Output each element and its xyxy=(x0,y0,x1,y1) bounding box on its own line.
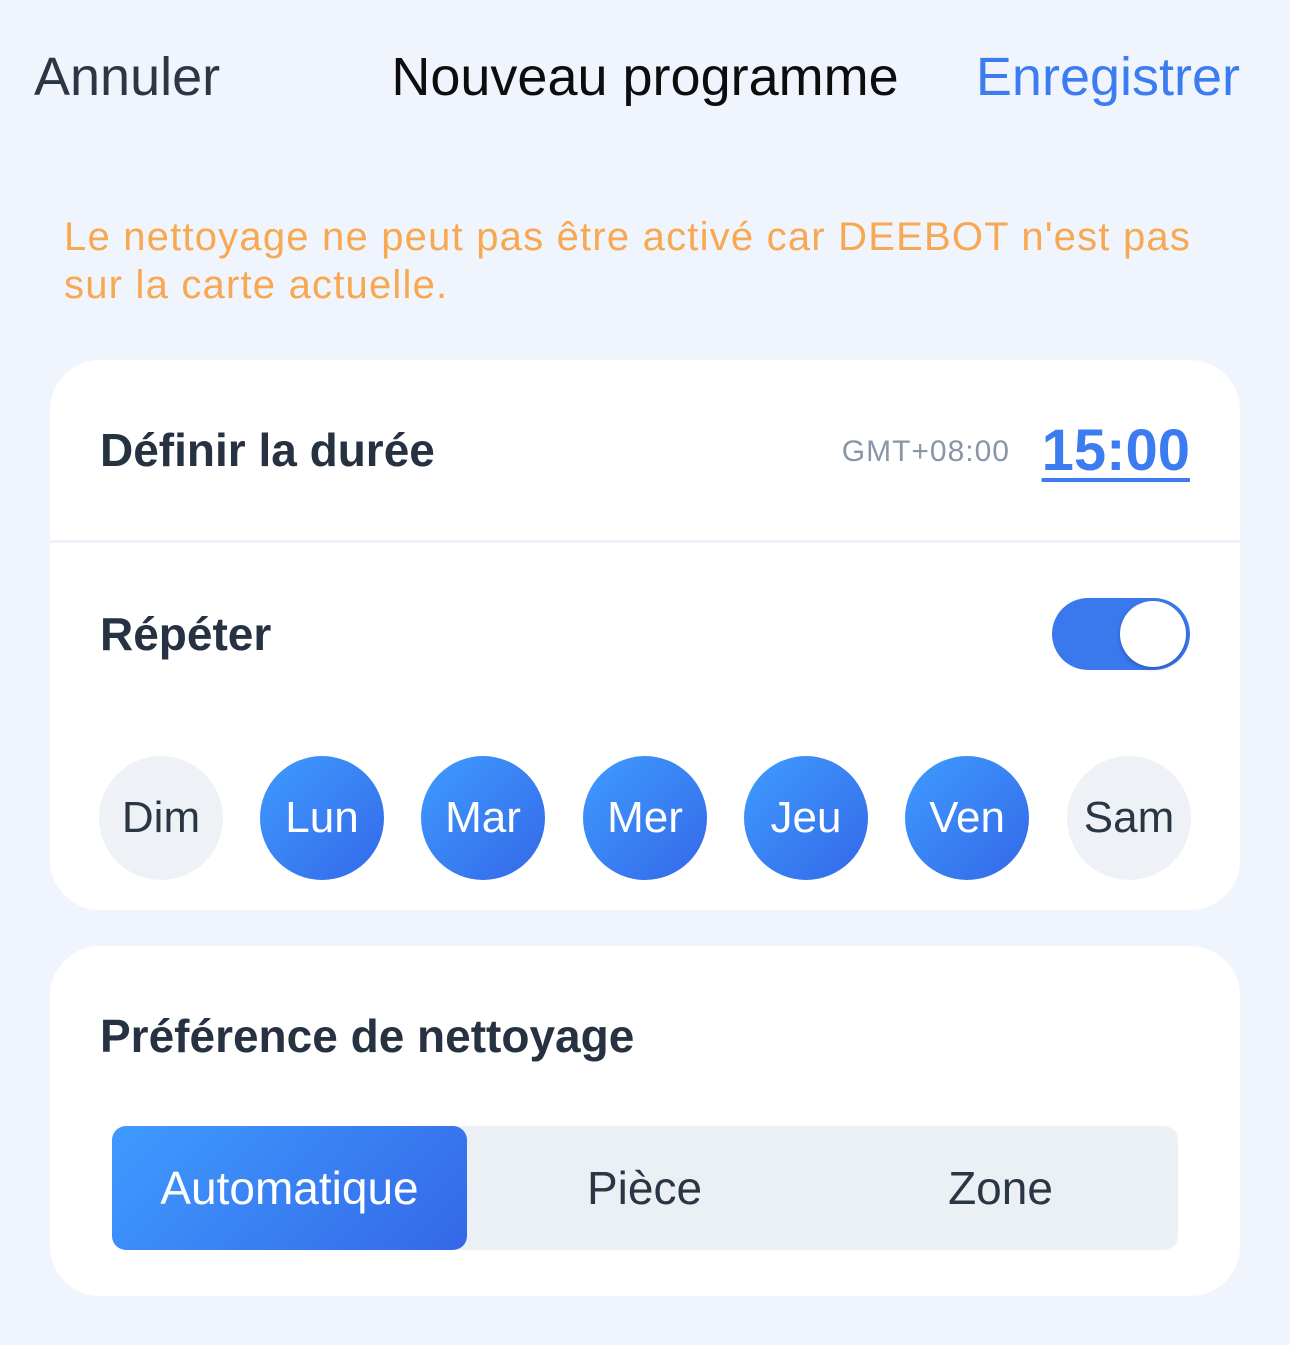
segment-piece[interactable]: Pièce xyxy=(467,1126,822,1250)
segment-automatique[interactable]: Automatique xyxy=(112,1126,467,1250)
duration-label: Définir la durée xyxy=(100,424,435,476)
segment-zone[interactable]: Zone xyxy=(823,1126,1178,1250)
repeat-toggle[interactable] xyxy=(1052,598,1190,670)
schedule-card: Définir la durée GMT+08:00 15:00 Répéter… xyxy=(50,360,1240,910)
save-button[interactable]: Enregistrer xyxy=(976,42,1240,112)
day-button-mer[interactable]: Mer xyxy=(583,756,707,880)
toggle-knob xyxy=(1120,601,1186,667)
preference-card: Préférence de nettoyage Automatique Pièc… xyxy=(50,946,1240,1296)
preference-segmented-control: Automatique Pièce Zone xyxy=(112,1126,1178,1250)
preference-label: Préférence de nettoyage xyxy=(100,1010,635,1062)
weekday-selector: Dim Lun Mar Mer Jeu Ven Sam xyxy=(99,756,1191,880)
day-button-jeu[interactable]: Jeu xyxy=(744,756,868,880)
day-button-mar[interactable]: Mar xyxy=(421,756,545,880)
cancel-button[interactable]: Annuler xyxy=(34,42,220,112)
day-button-ven[interactable]: Ven xyxy=(905,756,1029,880)
day-button-dim[interactable]: Dim xyxy=(99,756,223,880)
divider xyxy=(50,540,1240,543)
timezone-label: GMT+08:00 xyxy=(841,435,1010,468)
day-button-lun[interactable]: Lun xyxy=(260,756,384,880)
page-title-text: Nouveau programme xyxy=(391,47,899,107)
warning-message: Le nettoyage ne peut pas être activé car… xyxy=(64,215,1192,307)
day-button-sam[interactable]: Sam xyxy=(1067,756,1191,880)
repeat-label: Répéter xyxy=(100,608,272,660)
time-value[interactable]: 15:00 xyxy=(1042,416,1190,486)
